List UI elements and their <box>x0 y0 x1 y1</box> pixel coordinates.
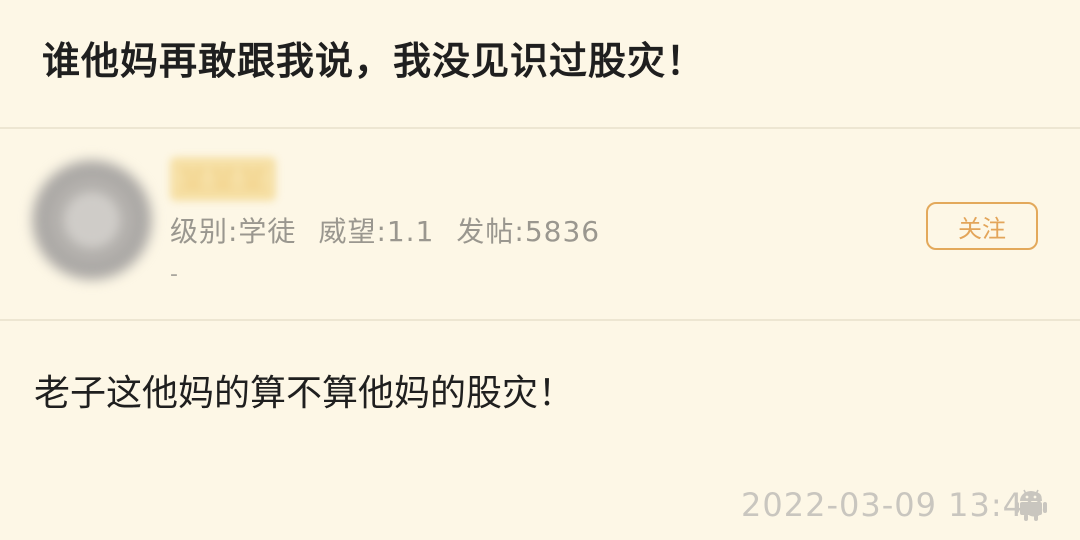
follow-button[interactable]: 关注 <box>926 202 1038 250</box>
author-meta: 级别:学徒 威望:1.1 发帖:5836 <box>170 210 622 250</box>
author-level: 级别:学徒 <box>170 215 297 248</box>
author-signature: - <box>170 262 178 287</box>
android-icon <box>1015 489 1047 521</box>
author-post-count: 发帖:5836 <box>456 215 601 248</box>
reply-content: 老子这他妈的算不算他妈的股灾！ <box>34 373 575 414</box>
post-title: 谁他妈再敢跟我说，我没见识过股灾！ <box>42 39 706 83</box>
reply-timestamp: 2022-03-09 13:48 <box>741 486 1046 524</box>
username[interactable]: 某某某 <box>170 157 276 201</box>
divider <box>0 127 1080 129</box>
avatar-center <box>66 194 118 246</box>
author-reputation: 威望:1.1 <box>318 215 435 248</box>
divider <box>0 319 1080 321</box>
